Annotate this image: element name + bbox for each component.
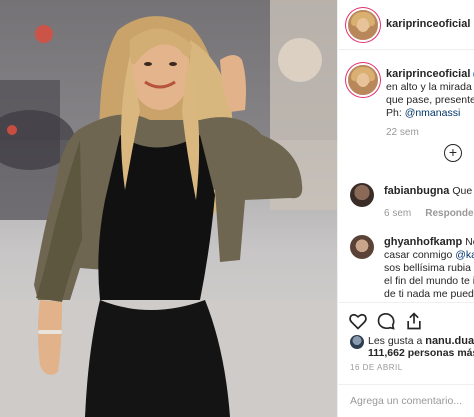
post-date: 16 DE ABRIL bbox=[350, 363, 403, 372]
comment-1-text: fabianbugna Que me bbox=[384, 185, 474, 198]
post-action-bar bbox=[338, 302, 474, 336]
caption-line-2: en alto y la mirada all bbox=[386, 81, 474, 93]
comment-bubble-icon[interactable] bbox=[376, 311, 396, 331]
owner-avatar[interactable] bbox=[348, 10, 378, 40]
caption-credit-prefix: Ph: bbox=[386, 107, 402, 119]
caption-credit: Ph: @nmanassi bbox=[386, 107, 460, 120]
comment-2-line-4: el fin del mundo te in bbox=[384, 275, 474, 287]
comment-2-line-3: sos bellísima rubia he bbox=[384, 262, 474, 274]
caption-avatar[interactable] bbox=[348, 65, 378, 95]
comment-2-line-2: casar conmigo @kari bbox=[384, 249, 474, 262]
photo-illustration bbox=[0, 0, 337, 417]
liker-username[interactable]: nanu.duarte bbox=[425, 335, 474, 347]
caption-line-3: que pase, presente lo bbox=[386, 94, 474, 106]
commenter-avatar[interactable] bbox=[350, 183, 374, 207]
plus-circle-icon: + bbox=[448, 144, 458, 160]
load-more-comments-button[interactable]: + bbox=[444, 144, 462, 162]
comment-2-line-5: de ti nada me puede bbox=[384, 288, 474, 300]
commenter-avatar[interactable] bbox=[350, 235, 374, 259]
comment-input[interactable] bbox=[350, 393, 474, 409]
owner-username[interactable]: kariprinceoficial bbox=[386, 18, 470, 30]
caption-username[interactable]: kariprinceoficial bbox=[386, 68, 470, 80]
share-icon[interactable] bbox=[404, 311, 424, 331]
comment-2-username[interactable]: ghyanhofkamp bbox=[384, 236, 462, 248]
heart-icon[interactable] bbox=[348, 311, 368, 331]
post-sidebar: kariprinceoficial kariprinceoficial✓ A e… bbox=[337, 0, 474, 417]
likes-prefix: Les gusta a bbox=[368, 335, 423, 347]
comment-form bbox=[338, 384, 474, 417]
comment-1-reply-button[interactable]: Responder bbox=[425, 208, 474, 219]
liker-avatar[interactable] bbox=[350, 335, 364, 349]
likes-count[interactable]: 111,662 personas más bbox=[368, 347, 474, 360]
comment-2-line-1: ghyanhofkamp No t bbox=[384, 236, 474, 249]
post-header: kariprinceoficial bbox=[338, 0, 474, 50]
caption-age[interactable]: 22 sem bbox=[386, 127, 419, 138]
caption-line-1: kariprinceoficial✓ A bbox=[386, 68, 474, 81]
comment-1-meta: 6 sem Responder bbox=[384, 208, 474, 219]
comment-1-age[interactable]: 6 sem bbox=[384, 208, 411, 219]
comment-1-username[interactable]: fabianbugna bbox=[384, 185, 449, 197]
comment-2-text: casar conmigo bbox=[384, 249, 453, 261]
photographer-mention-link[interactable]: @nmanassi bbox=[405, 107, 461, 119]
comment-2-body-start: No t bbox=[465, 236, 474, 248]
comment-1-body: Que me bbox=[452, 185, 474, 197]
comment-2-mention-link[interactable]: @kari bbox=[455, 249, 474, 261]
post-photo[interactable] bbox=[0, 0, 337, 417]
